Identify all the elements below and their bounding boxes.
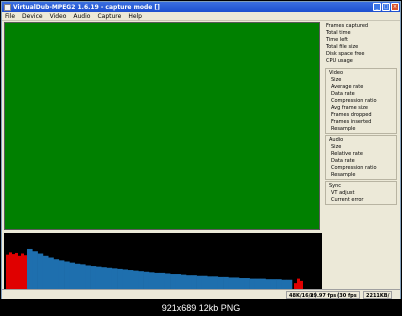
status-size: 2211KB/ bbox=[363, 291, 393, 299]
maximize-button[interactable]: □ bbox=[382, 3, 390, 11]
histogram-graph bbox=[6, 248, 303, 290]
histogram-bar-blue bbox=[101, 267, 107, 290]
histogram-bar-blue bbox=[207, 276, 213, 290]
histogram-bar-blue bbox=[42, 255, 49, 290]
histogram-bar-blue bbox=[133, 270, 139, 290]
histogram-bar-red bbox=[18, 255, 21, 290]
menu-help[interactable]: Help bbox=[128, 13, 142, 20]
audio-histogram bbox=[4, 233, 322, 290]
histogram-bar-blue bbox=[106, 267, 113, 290]
histogram-bar-blue bbox=[164, 273, 171, 290]
histogram-bar-blue bbox=[196, 275, 203, 290]
histogram-bar-blue bbox=[186, 275, 192, 290]
histogram-bar-blue bbox=[69, 262, 75, 290]
histogram-bar-blue bbox=[64, 261, 70, 290]
status-framerate-note: (30 fps bbox=[335, 291, 360, 299]
video-avg-frame-size: Avg frame size bbox=[331, 105, 368, 111]
histogram-bar-blue bbox=[143, 271, 150, 290]
capture-stats-panel: Frames captured Total time Time left Tot… bbox=[322, 22, 400, 284]
histogram-bar-blue bbox=[148, 272, 155, 290]
video-frames-inserted: Frames inserted bbox=[331, 119, 372, 125]
histogram-bar-blue bbox=[90, 266, 97, 290]
histogram-bar-blue bbox=[127, 270, 134, 290]
menu-video[interactable]: Video bbox=[50, 13, 67, 20]
histogram-bar-red bbox=[6, 254, 9, 290]
stat-cpu-usage: CPU usage bbox=[326, 58, 353, 64]
minimize-button[interactable]: _ bbox=[373, 3, 381, 11]
histogram-bar-blue bbox=[191, 275, 197, 290]
histogram-bar-blue bbox=[85, 265, 91, 290]
histogram-bar-blue bbox=[175, 274, 181, 290]
menu-bar: File Device Video Audio Capture Help bbox=[2, 12, 400, 21]
title-bar[interactable]: VirtualDub-MPEG2 1.6.19 - capture mode [… bbox=[2, 2, 400, 12]
audio-group-title: Audio bbox=[329, 137, 344, 143]
sync-group-title: Sync bbox=[329, 183, 342, 189]
histogram-bar-blue bbox=[212, 276, 219, 290]
audio-stats-group: Audio Size Relative rate Data rate Compr… bbox=[325, 135, 397, 180]
video-compression-ratio: Compression ratio bbox=[331, 98, 377, 104]
histogram-bar-blue bbox=[95, 266, 102, 290]
video-frames-dropped: Frames dropped bbox=[331, 112, 372, 118]
menu-audio[interactable]: Audio bbox=[73, 13, 90, 20]
histogram-bar-blue bbox=[138, 271, 144, 290]
video-stats-group: Video Size Average rate Data rate Compre… bbox=[325, 68, 397, 134]
histogram-bar-blue bbox=[58, 260, 65, 290]
sync-vt-adjust: VT adjust bbox=[331, 190, 355, 196]
histogram-bar-blue bbox=[37, 253, 44, 290]
video-average-rate: Average rate bbox=[331, 84, 364, 90]
app-icon bbox=[4, 3, 11, 11]
sync-stats-group: Sync VT adjust Current error bbox=[325, 181, 397, 205]
histogram-bar-blue bbox=[180, 274, 187, 290]
audio-relative-rate: Relative rate bbox=[331, 151, 363, 157]
histogram-bar-red bbox=[12, 254, 15, 290]
stat-disk-space-free: Disk space free bbox=[326, 51, 365, 57]
video-group-title: Video bbox=[329, 70, 344, 76]
menu-file[interactable]: File bbox=[5, 13, 15, 20]
histogram-bar-blue bbox=[117, 268, 123, 290]
stat-total-file-size: Total file size bbox=[326, 44, 359, 50]
audio-compression-ratio: Compression ratio bbox=[331, 165, 377, 171]
video-resample: Resample bbox=[331, 126, 356, 132]
video-size: Size bbox=[331, 77, 342, 83]
audio-size: Size bbox=[331, 144, 342, 150]
video-data-rate: Data rate bbox=[331, 91, 355, 97]
stat-time-left: Time left bbox=[326, 37, 348, 43]
menu-capture[interactable]: Capture bbox=[97, 13, 121, 20]
histogram-bar-blue bbox=[111, 268, 118, 290]
histogram-bar-red bbox=[15, 252, 18, 290]
app-window: VirtualDub-MPEG2 1.6.19 - capture mode [… bbox=[1, 1, 401, 299]
stat-total-time: Total time bbox=[326, 30, 351, 36]
status-bar: 48K/16/s 29.97 fps (30 fps 2211KB/ bbox=[2, 289, 400, 299]
histogram-bar-blue bbox=[53, 259, 60, 290]
histogram-bar-red bbox=[21, 253, 24, 290]
histogram-bar-blue bbox=[159, 272, 166, 290]
histogram-bar-blue bbox=[201, 275, 208, 290]
histogram-bar-blue bbox=[74, 263, 81, 290]
audio-resample: Resample bbox=[331, 172, 356, 178]
histogram-bar-blue bbox=[122, 269, 128, 290]
stat-frames-captured: Frames captured bbox=[326, 23, 369, 29]
video-preview[interactable] bbox=[4, 22, 320, 230]
sync-current-error: Current error bbox=[331, 197, 364, 203]
window-title: VirtualDub-MPEG2 1.6.19 - capture mode [… bbox=[13, 3, 160, 11]
histogram-bar-blue bbox=[48, 257, 54, 290]
audio-data-rate: Data rate bbox=[331, 158, 355, 164]
histogram-bar-blue bbox=[154, 272, 160, 290]
image-caption: 921x689 12kb PNG bbox=[161, 303, 241, 313]
histogram-bar-blue bbox=[27, 248, 33, 290]
histogram-bar-blue bbox=[32, 251, 38, 290]
histogram-bar-red bbox=[24, 255, 27, 290]
histogram-bar-red bbox=[9, 252, 12, 290]
histogram-bar-blue bbox=[170, 274, 176, 290]
close-button[interactable]: × bbox=[391, 3, 399, 11]
menu-device[interactable]: Device bbox=[22, 13, 43, 20]
histogram-bar-blue bbox=[80, 264, 86, 290]
